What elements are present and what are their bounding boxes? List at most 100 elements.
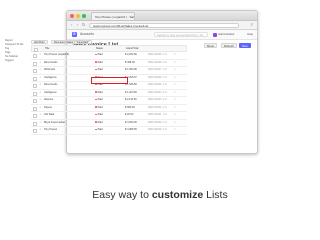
row-checkbox[interactable] [33,129,38,134]
row-comment-count: 0 [174,68,176,71]
star-icon[interactable]: ★ [39,60,41,67]
row-status: Paid [95,90,103,97]
row-checkbox[interactable] [33,84,38,89]
row-modified: 2 d [163,113,167,116]
row-checkbox[interactable] [33,76,38,81]
star-icon[interactable]: ★ [39,90,41,97]
table-row[interactable]: ★ Big & Supermarket Paid $ 3,090.00 SINV-000… [31,120,187,127]
row-checkbox[interactable] [33,69,38,74]
row-title[interactable]: Ross Foods [44,82,57,89]
row-status-label: Paid [97,60,103,64]
browser-titlebar: Tory Presso ( unpaid 6 ) · Sale… [67,11,257,21]
row-title[interactable]: Tory Presso [44,127,57,134]
status-dot-icon [95,128,97,131]
table-row[interactable]: ★ Abacore Paid $ 2,110.50 SINV-00023 2 d 0 [31,97,187,105]
table-row[interactable]: ★ Ross Foods Paid $ 358.00 SINV-00028 2 d 0 [31,60,187,67]
row-checkbox[interactable] [33,106,38,111]
row-title[interactable]: Ross Foods [44,60,57,67]
star-icon[interactable]: ★ [39,82,41,89]
row-title[interactable]: Intelligence [44,75,57,82]
avatar[interactable] [213,32,217,37]
row-grand-total: $ 3,090.00 [125,120,137,124]
table-row[interactable]: ★ Tory Presso Paid $ 3,086.55 SINV-00019 2 d 0 [31,127,187,135]
table-row[interactable]: ★ Wickmark Paid $ 1,560.00 SINV-00027 2 d 0 [31,67,187,75]
row-comment-count: 0 [174,105,176,109]
url-bar[interactable]: test2.erpnext.com/#List/Sales Invoice/Li… [89,22,239,28]
row-status-label: Paid [97,105,103,109]
row-comment-count: 0 [174,98,176,101]
row-id: SINV-00023 [148,98,162,101]
breadcrumb[interactable]: Accounts [80,30,94,39]
minimize-window-icon[interactable] [76,13,80,18]
row-checkbox[interactable] [33,114,38,119]
column-title[interactable]: Title [45,46,49,51]
row-title[interactable]: Big & Supermarket [44,120,65,127]
help-menu[interactable]: Help [247,30,253,39]
row-grand-total: $ 3,086.55 [125,128,137,131]
row-modified: 2 d [163,60,167,64]
star-icon[interactable]: ★ [39,120,41,127]
browser-tab[interactable]: Tory Presso ( unpaid 6 ) · Sale… [91,12,135,20]
row-id: SINV-00026 [148,75,162,79]
row-status: Paid [95,67,103,74]
add-filter-button[interactable]: Add Filter [31,39,48,44]
menu-button[interactable]: Menu [204,43,217,48]
row-title[interactable]: Wickmark [44,67,55,74]
row-title[interactable]: Intelligence [44,90,57,97]
app-logo[interactable]: E [72,32,77,37]
row-checkbox[interactable] [33,91,38,96]
table-body: ★ Tory Presso (unpaid 6) Paid $ 2,262.50 SIN… [31,52,187,135]
status-dot-icon [95,106,97,108]
row-status: Paid [95,120,103,127]
star-icon[interactable]: ★ [39,105,41,112]
row-grand-total: $ 680.00 [125,105,135,109]
forward-arrow-icon[interactable]: › [77,22,78,28]
reload-icon[interactable]: ↻ [82,22,85,28]
row-checkbox[interactable] [33,61,38,66]
column-status[interactable]: Status [96,46,103,51]
status-dot-icon [95,98,97,101]
star-icon[interactable]: ★ [39,67,41,74]
table-row[interactable]: ★ Info Data Paid $ 22.50 SINV-00021 2 d 0 [31,112,187,120]
row-title[interactable]: Abacore [44,97,53,104]
row-status: Paid [95,112,103,119]
row-id: SINV-00021 [148,113,162,116]
status-dot-icon [95,113,97,116]
sidebar-item-untagged[interactable]: No Sidebar Tagged [5,55,27,63]
back-arrow-icon[interactable]: ‹ [71,22,72,28]
row-status: Paid [95,127,103,134]
close-window-icon[interactable] [70,13,74,18]
maximize-window-icon[interactable] [82,13,86,18]
address-row: ‹ › ↻ test2.erpnext.com/#List/Sales Invo… [67,21,257,30]
row-id: SINV-00028 [148,60,162,64]
row-title[interactable]: Papers [44,105,52,112]
row-modified: 2 d [163,128,167,131]
row-title[interactable]: Tory Presso (unpaid 6) [44,52,69,59]
row-checkbox[interactable] [33,121,38,126]
filter-chip[interactable]: Document Status = "Cancelled" [51,39,92,44]
star-icon[interactable]: ★ [39,127,41,134]
row-checkbox[interactable] [33,99,38,104]
user-menu[interactable]: Administrator [218,30,234,39]
row-grand-total: $ 22.50 [125,113,134,116]
refresh-button[interactable]: Refresh [221,43,237,48]
row-id: SINV-00020 [148,120,162,124]
star-icon[interactable]: ★ [39,112,41,119]
table-row[interactable]: ★ Intelligence Paid $ 1,203.50 SINV-00024 2 d… [31,90,187,97]
browser-menu-icon[interactable]: ≡ [251,22,253,28]
star-icon[interactable]: ★ [39,52,41,59]
new-button[interactable]: New [239,43,251,48]
row-modified: 2 d [163,98,167,101]
table-row[interactable]: ★ Tory Presso (unpaid 6) Paid $ 2,262.50 SIN… [31,52,187,60]
search-input[interactable]: Search or type a command (Ctrl + G) [154,32,208,37]
row-grand-total: $ 1,560.00 [125,68,137,71]
column-grand-total[interactable]: Grand Total [126,46,138,51]
status-dot-icon [95,53,97,56]
row-checkbox[interactable] [33,54,38,59]
star-icon[interactable]: ★ [39,75,41,82]
star-icon[interactable]: ★ [39,97,41,104]
row-id: SINV-00029 [148,53,162,56]
row-comment-count: 0 [174,113,176,116]
table-row[interactable]: ★ Papers Paid $ 680.00 SINV-00022 2 d 0 [31,105,187,112]
row-title[interactable]: Info Data [44,112,54,119]
